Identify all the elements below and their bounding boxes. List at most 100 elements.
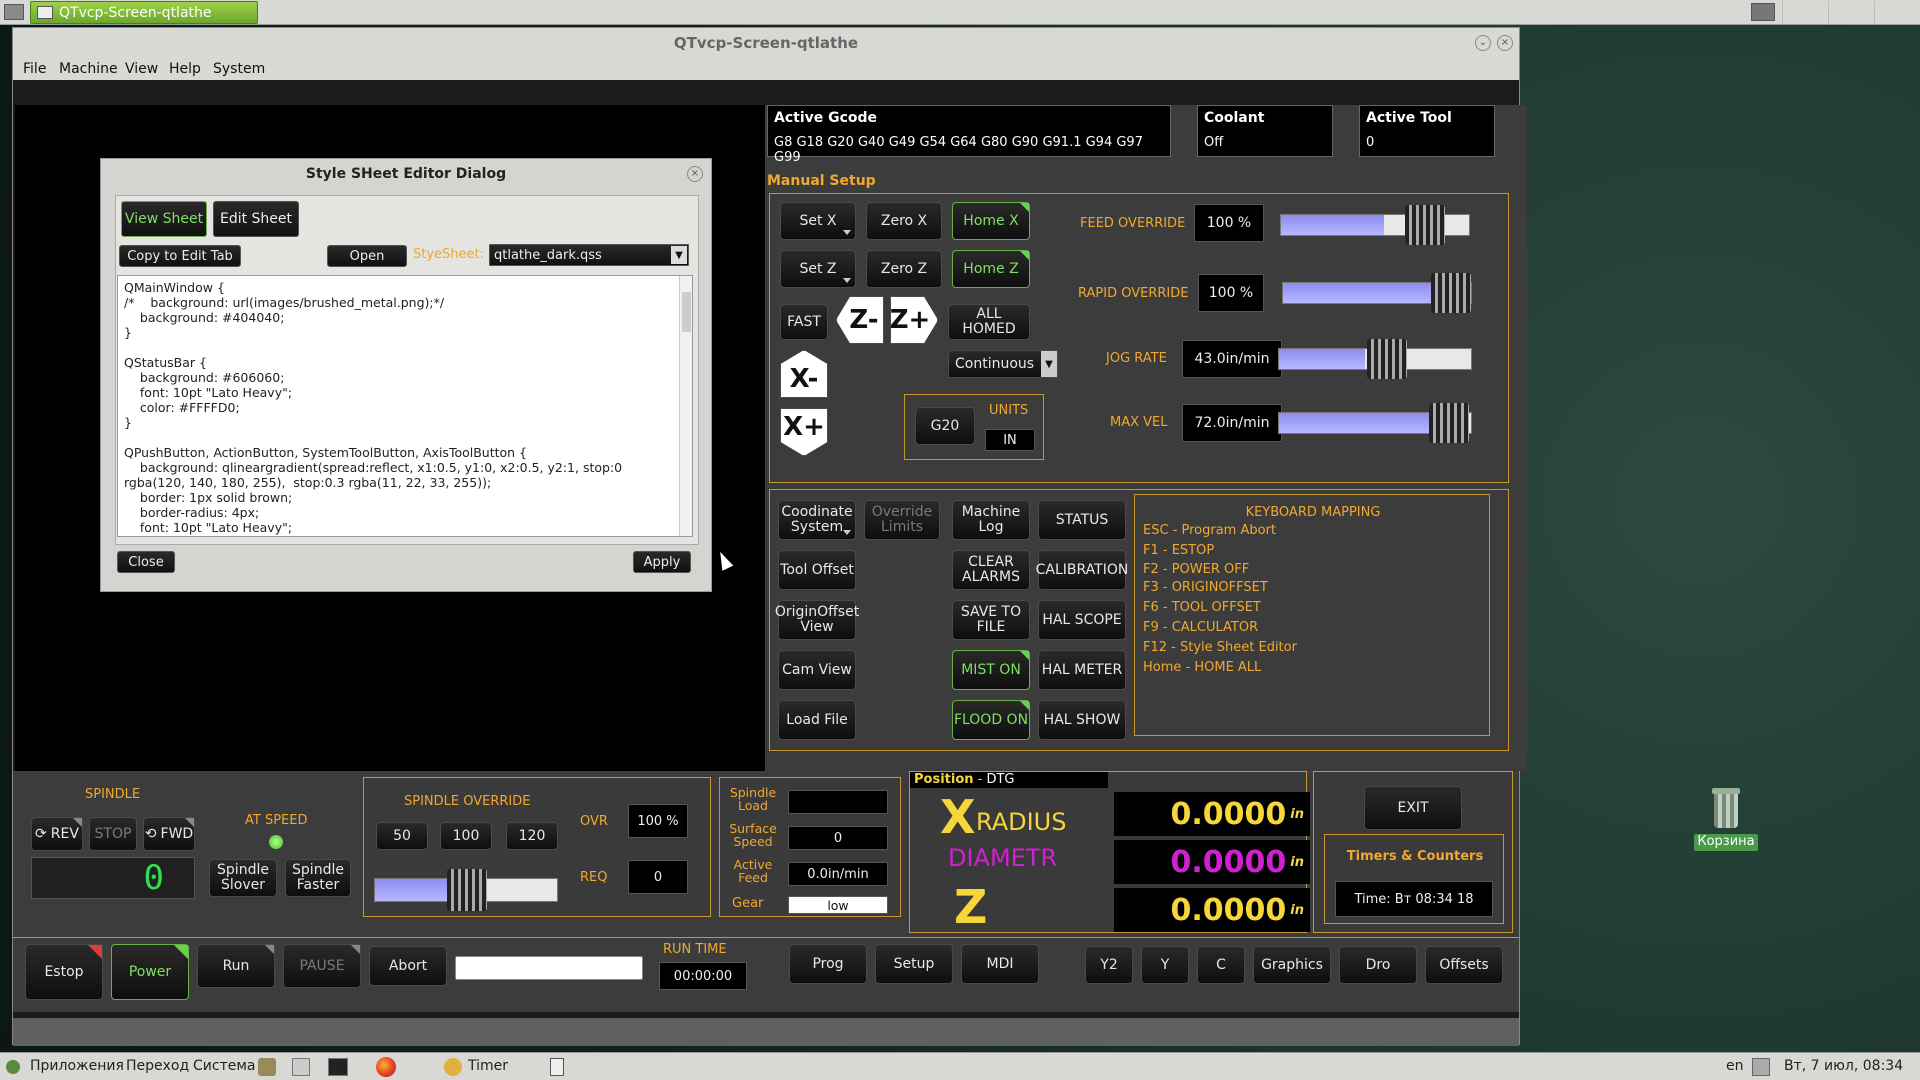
slider-handle[interactable] [1429,403,1469,443]
y2-button[interactable]: Y2 [1085,946,1133,984]
mist-on-button[interactable]: MIST ON [952,650,1030,690]
status-button[interactable]: STATUS [1038,500,1126,540]
slider-handle[interactable] [1367,339,1407,379]
machine-log-button[interactable]: Machine Log [952,500,1030,540]
run-button[interactable]: Run [197,944,275,988]
c-button[interactable]: C [1197,946,1245,984]
code-scrollbar[interactable] [679,276,692,536]
stylesheet-select[interactable]: qtlathe_dark.qss ▼ [489,244,689,266]
tab-prog[interactable]: Prog [789,944,867,984]
pause-button[interactable]: PAUSE [283,944,361,988]
fast-button[interactable]: FAST [780,304,828,340]
jog-z-minus-button[interactable]: Z- [836,296,884,344]
timer-applet-icon[interactable] [444,1058,462,1076]
workspace-switcher-icon[interactable] [1751,3,1775,21]
launcher-editor-icon[interactable] [292,1058,310,1076]
close-button[interactable]: Close [117,551,175,573]
hal-scope-button[interactable]: HAL SCOPE [1038,600,1126,640]
spindle-override-slider[interactable] [374,869,558,911]
dialog-close-icon[interactable]: × [687,166,703,182]
tab-graphics[interactable]: Graphics [1253,946,1331,984]
y-button[interactable]: Y [1141,946,1189,984]
set-x-button[interactable]: Set X [780,202,856,240]
tab-edit-sheet[interactable]: Edit Sheet [213,201,299,237]
origin-offset-view-button[interactable]: OriginOffset View [775,600,859,640]
save-to-file-button[interactable]: SAVE TO FILE [952,600,1030,640]
exit-button[interactable]: EXIT [1364,786,1462,830]
tab-dro[interactable]: Dro [1339,946,1417,984]
slider-handle[interactable] [1405,205,1445,245]
workspace-1[interactable] [1782,1,1828,24]
spindle-stop-button[interactable]: STOP [89,817,137,851]
spindle-faster-button[interactable]: Spindle Faster [285,859,351,897]
feed-override-slider[interactable] [1280,205,1470,245]
jog-z-plus-button[interactable]: Z+ [890,296,938,344]
hal-meter-button[interactable]: HAL METER [1038,650,1126,690]
taskbar-window-button[interactable]: QTvcp-Screen-qtlathe [30,1,258,24]
open-button[interactable]: Open [327,245,407,267]
copy-to-edit-tab-button[interactable]: Copy to Edit Tab [119,245,241,267]
calibration-button[interactable]: CALIBRATION [1036,550,1128,590]
menu-file[interactable]: File [23,61,46,77]
tab-view-sheet[interactable]: View Sheet [121,201,207,237]
g20-button[interactable]: G20 [915,407,975,445]
max-vel-slider[interactable] [1278,403,1472,443]
flood-on-button[interactable]: FLOOD ON [952,700,1030,740]
tool-offset-button[interactable]: Tool Offset [778,550,856,590]
spindle-120-button[interactable]: 120 [506,822,558,850]
show-desktop-icon[interactable] [550,1058,564,1076]
power-button[interactable]: Power [111,944,189,1000]
launcher-tools-icon[interactable] [258,1058,276,1076]
stylesheet-text-view[interactable]: QMainWindow { /* background: url(images/… [117,275,693,537]
estop-button[interactable]: Estop [25,944,103,1000]
home-z-button[interactable]: Home Z [952,250,1030,288]
override-limits-button[interactable]: Override Limits [864,500,940,540]
set-z-button[interactable]: Set Z [780,250,856,288]
slider-handle[interactable] [1431,273,1471,313]
menu-help[interactable]: Help [169,61,201,77]
coordinate-system-button[interactable]: Coodinate System [778,500,856,540]
spindle-reverse-button[interactable]: ⟳ REV [31,817,83,851]
workspace-3[interactable] [1874,1,1920,24]
slider-handle[interactable] [447,869,487,911]
menu-machine[interactable]: Machine [59,61,118,77]
keyboard-layout[interactable]: en [1726,1058,1744,1074]
abort-button[interactable]: Abort [369,946,447,986]
trash-icon[interactable] [1708,788,1744,832]
jog-rate-slider[interactable] [1278,339,1472,379]
system-menu[interactable]: Система [193,1058,255,1074]
jog-x-plus-button[interactable]: X+ [780,408,828,456]
apply-button[interactable]: Apply [633,551,691,573]
spindle-100-button[interactable]: 100 [440,822,492,850]
window-list-icon[interactable] [4,4,24,20]
close-icon[interactable]: × [1497,35,1513,51]
hal-show-button[interactable]: HAL SHOW [1038,700,1126,740]
clear-alarms-button[interactable]: CLEAR ALARMS [952,550,1030,590]
launcher-terminal-icon[interactable] [328,1058,348,1076]
all-homed-button[interactable]: ALL HOMED [948,304,1030,340]
load-file-button[interactable]: Load File [778,700,856,740]
zero-x-button[interactable]: Zero X [866,202,942,240]
timer-applet-label[interactable]: Timer [468,1058,508,1074]
menu-system[interactable]: System [213,61,265,77]
spindle-forward-button[interactable]: ⟲ FWD [143,817,195,851]
tab-offsets[interactable]: Offsets [1425,946,1503,984]
minimize-icon[interactable]: ⌄ [1475,35,1491,51]
zero-z-button[interactable]: Zero Z [866,250,942,288]
workspace-2[interactable] [1828,1,1874,24]
menu-icon[interactable] [6,1060,20,1074]
launcher-firefox-icon[interactable] [376,1057,396,1077]
spindle-50-button[interactable]: 50 [376,822,428,850]
clock[interactable]: Вт, 7 июл, 08:34 [1784,1058,1903,1074]
cam-view-button[interactable]: Cam View [778,650,856,690]
menu-view[interactable]: View [125,61,158,77]
network-icon[interactable] [1752,1058,1770,1076]
rapid-override-slider[interactable] [1282,273,1472,313]
home-x-button[interactable]: Home X [952,202,1030,240]
spindle-slower-button[interactable]: Spindle Slover [209,859,277,897]
jog-x-minus-button[interactable]: X- [780,350,828,398]
tab-setup[interactable]: Setup [875,944,953,984]
apps-menu[interactable]: Приложения [30,1058,124,1074]
jog-mode-select[interactable]: Continuous ▼ [948,350,1058,378]
go-menu[interactable]: Переход [126,1058,189,1074]
